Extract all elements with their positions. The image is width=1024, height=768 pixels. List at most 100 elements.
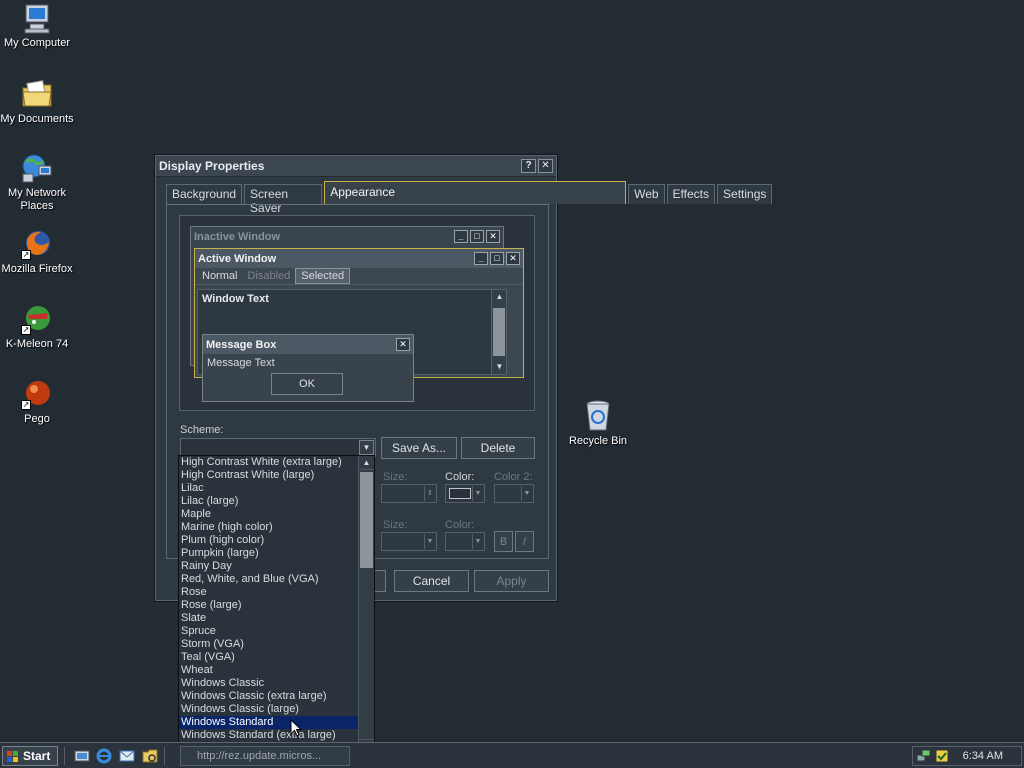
scheme-option[interactable]: Storm (VGA) (179, 638, 359, 651)
color-picker[interactable]: ▼ (445, 484, 485, 503)
desktop-icon-label: My Network Places (7, 187, 67, 212)
color-label: Color: (445, 471, 475, 483)
internet-explorer-icon[interactable] (96, 748, 112, 764)
font-size-combo: ▼ (381, 532, 437, 551)
minimize-icon: _ (474, 252, 488, 265)
k-meleon-icon: ↗ (21, 303, 53, 335)
desktop-icon-pego[interactable]: ↗ Pego (0, 378, 74, 426)
font-color-picker: ▼ (445, 532, 485, 551)
size-label: Size: (383, 471, 408, 483)
scheme-option[interactable]: Marine (high color) (179, 521, 359, 534)
desktop-icon-label: My Documents (0, 113, 74, 125)
close-button[interactable]: ✕ (538, 159, 553, 173)
chevron-down-icon: ▼ (521, 486, 532, 501)
scheme-option[interactable]: Lilac (179, 482, 359, 495)
inactive-window-title: Inactive Window (194, 230, 281, 243)
tab-screen-saver[interactable]: Screen Saver (244, 184, 323, 215)
font-size-label: Size: (383, 519, 408, 531)
color2-picker: ▼ (494, 484, 534, 503)
help-button[interactable]: ? (521, 159, 536, 173)
tab-effects[interactable]: Effects (666, 184, 716, 204)
scheme-option[interactable]: Rose (large) (179, 599, 359, 612)
desktop-icon-my-documents[interactable]: My Documents (0, 78, 74, 126)
window-text: Window Text (202, 293, 269, 305)
scheme-option[interactable]: Pumpkin (large) (179, 547, 359, 560)
desktop-icon-recycle-bin[interactable]: Recycle Bin (566, 398, 630, 447)
close-icon: ✕ (506, 252, 520, 265)
scheme-option[interactable]: High Contrast White (large) (179, 469, 359, 482)
network-tray-icon[interactable] (917, 749, 931, 763)
scheme-option[interactable]: High Contrast White (extra large) (179, 456, 359, 469)
color2-label: Color 2: (494, 471, 533, 483)
security-tray-icon[interactable] (935, 749, 949, 763)
scheme-option[interactable]: Spruce (179, 625, 359, 638)
scroll-up-icon[interactable]: ▲ (359, 456, 374, 470)
scheme-option[interactable]: Maple (179, 508, 359, 521)
taskbar-separator (64, 747, 66, 765)
tab-background[interactable]: Background (166, 184, 243, 204)
desktop-icon-k-meleon[interactable]: ↗ K-Meleon 74 (0, 303, 74, 351)
message-text: Message Text (207, 357, 275, 369)
dialog-titlebar[interactable]: Display Properties ? ✕ (156, 156, 556, 177)
cancel-button[interactable]: Cancel (394, 570, 469, 592)
font-color-label: Color: (445, 519, 475, 531)
preview-message-box: Message Box ✕ Message Text OK (202, 334, 414, 402)
recycle-bin-icon (582, 398, 614, 432)
start-label: Start (23, 749, 51, 763)
tab-web[interactable]: Web (628, 184, 665, 204)
desktop-icon-my-computer[interactable]: My Computer (0, 2, 74, 50)
scheme-option[interactable]: Rainy Day (179, 560, 359, 573)
delete-button[interactable]: Delete (461, 437, 535, 459)
windows-explorer-icon[interactable] (142, 748, 158, 764)
taskbar-button-browser[interactable]: http://rez.update.micros... (180, 746, 350, 766)
menu-selected: Selected (295, 268, 351, 284)
apply-button[interactable]: Apply (474, 570, 549, 592)
start-button[interactable]: Start (2, 746, 58, 766)
minimize-icon: _ (454, 230, 468, 243)
scheme-option[interactable]: Windows Classic (179, 677, 359, 690)
dialog-title: Display Properties (159, 159, 265, 173)
scheme-option[interactable]: Windows Classic (large) (179, 703, 359, 716)
scroll-up-icon: ▲ (495, 292, 504, 301)
scheme-option[interactable]: Windows Standard (extra large) (179, 729, 359, 742)
maximize-icon: □ (490, 252, 504, 265)
desktop-icon-my-network-places[interactable]: My Network Places (0, 152, 74, 213)
close-icon: ✕ (486, 230, 500, 243)
show-desktop-icon[interactable] (74, 748, 90, 764)
scheme-option[interactable]: Slate (179, 612, 359, 625)
desktop-icon-label: K-Meleon 74 (5, 338, 69, 350)
scheme-option[interactable]: Wheat (179, 664, 359, 677)
message-box-title: Message Box (206, 338, 277, 351)
system-tray: 6:34 AM (912, 746, 1022, 766)
mouse-cursor-icon (290, 719, 303, 737)
save-as-button[interactable]: Save As... (381, 437, 457, 459)
active-window-title: Active Window (198, 252, 277, 265)
outlook-express-icon[interactable] (119, 748, 135, 764)
preview-menubar: Normal Disabled Selected (195, 268, 523, 285)
preview-scrollbar: ▲ ▼ (491, 290, 506, 374)
scroll-down-icon: ▼ (495, 362, 504, 371)
scheme-option[interactable]: Windows Standard (179, 716, 359, 729)
scroll-thumb[interactable] (360, 472, 373, 568)
taskbar-separator (164, 747, 166, 765)
size-spinner[interactable]: ⇕ (381, 484, 437, 503)
desktop-icon-mozilla-firefox[interactable]: ↗ Mozilla Firefox (0, 228, 74, 276)
scheme-option[interactable]: Red, White, and Blue (VGA) (179, 573, 359, 586)
appearance-preview[interactable]: Inactive Window _ □ ✕ Active Window _ □ … (179, 215, 535, 411)
tab-appearance[interactable]: Appearance (324, 181, 627, 204)
scheme-option[interactable]: Plum (high color) (179, 534, 359, 547)
chevron-down-icon: ▼ (424, 534, 435, 549)
tab-settings[interactable]: Settings (717, 184, 773, 204)
scheme-option[interactable]: Lilac (large) (179, 495, 359, 508)
dropdown-scrollbar[interactable]: ▲ ▼ (358, 456, 374, 753)
scheme-dropdown-list[interactable]: High Contrast White (extra large) High Co… (178, 455, 375, 754)
scheme-option[interactable]: Teal (VGA) (179, 651, 359, 664)
scheme-option[interactable]: Rose (179, 586, 359, 599)
menu-disabled: Disabled (247, 270, 291, 282)
chevron-down-icon: ▼ (472, 534, 483, 549)
chevron-down-icon[interactable]: ▼ (359, 440, 374, 455)
chevron-down-icon: ▼ (472, 486, 483, 501)
close-icon: ✕ (396, 338, 410, 351)
color-swatch (449, 488, 471, 499)
scheme-option[interactable]: Windows Classic (extra large) (179, 690, 359, 703)
